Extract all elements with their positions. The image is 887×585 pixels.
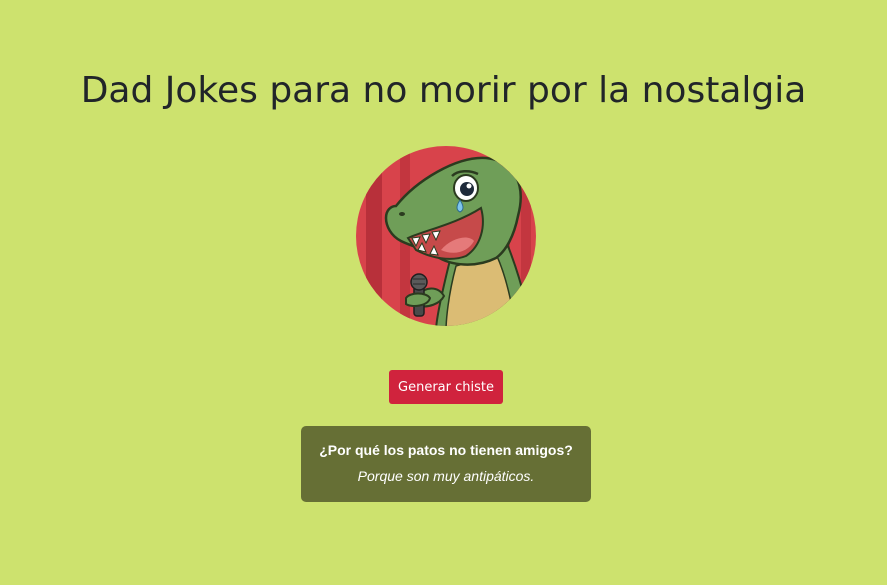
joke-question: ¿Por qué los patos no tienen amigos?: [319, 442, 573, 458]
joke-card: ¿Por qué los patos no tienen amigos? Por…: [301, 426, 591, 502]
joke-answer: Porque son muy antipáticos.: [357, 468, 535, 484]
generate-joke-button[interactable]: Generar chiste: [389, 370, 503, 404]
trex-illustration-icon: [356, 146, 536, 326]
avatar: [356, 146, 536, 326]
page-title: Dad Jokes para no morir por la nostalgia: [80, 70, 807, 111]
